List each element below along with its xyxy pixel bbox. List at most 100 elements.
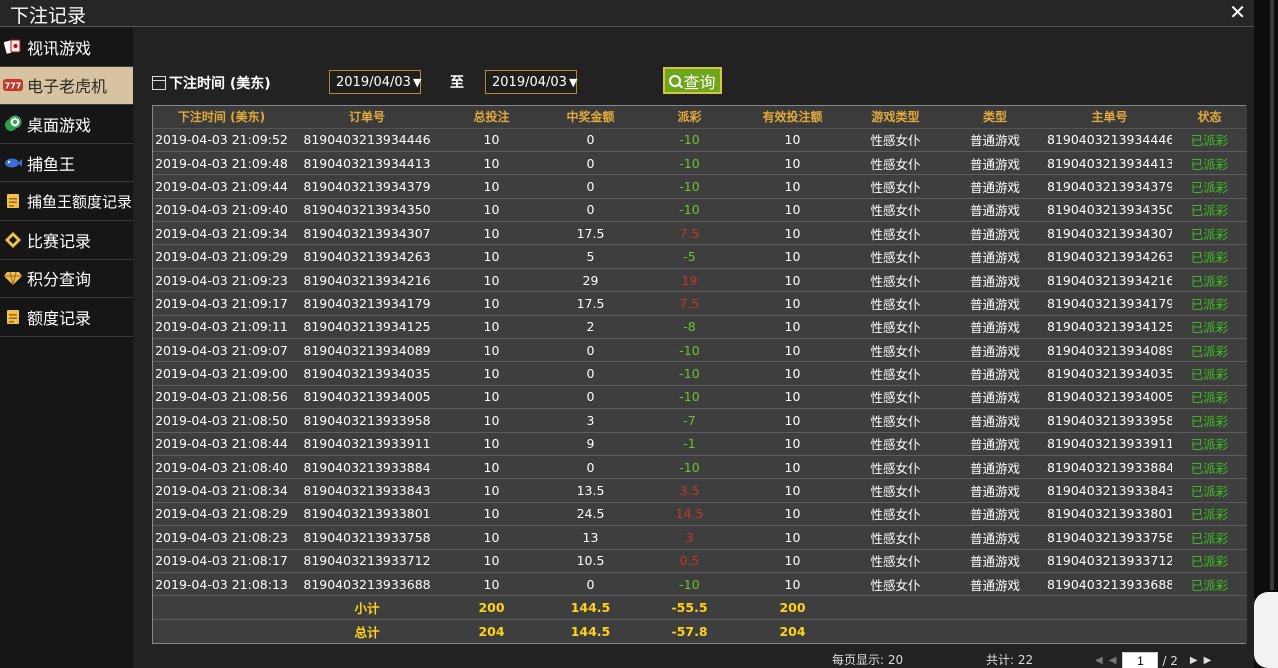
first-page-icon[interactable]: ◀ (1095, 655, 1103, 666)
subtotal-valid: 200 (737, 595, 848, 620)
cell-total-bet: 10 (444, 478, 539, 503)
cell-type: 普通游戏 (943, 454, 1047, 479)
sidebar-item-match-records[interactable]: 比赛记录 (0, 221, 133, 260)
table-row: 2019-04-03 21:08:13 8190403213933688 10 0 -1… (153, 571, 1247, 596)
query-button-label: 查询 (683, 72, 716, 92)
sidebar-item-label: 视讯游戏 (27, 38, 92, 58)
cell-bet-time: 2019-04-03 21:08:29 (153, 501, 290, 526)
scrollbar[interactable] (1270, 0, 1274, 590)
cell-master-no: 8190403213933958 (1047, 408, 1172, 433)
cell-master-no: 8190403213934307 (1047, 221, 1172, 245)
cell-order-no: 8190403213933801 (290, 501, 444, 526)
subtotal-spacer (153, 595, 290, 620)
cell-game-type: 性感女仆 (848, 197, 943, 222)
subtotal-spacer (1172, 595, 1247, 620)
start-date-value: 2019/04/03 (336, 74, 411, 90)
cell-game-type: 性感女仆 (848, 150, 943, 175)
cell-bet-time: 2019-04-03 21:09:11 (153, 314, 290, 339)
slot-777-icon: 777 (3, 75, 23, 95)
cell-game-type: 性感女仆 (848, 525, 943, 550)
cell-order-no: 8190403213934089 (290, 338, 444, 362)
prev-page-icon[interactable]: ◀ (1109, 655, 1117, 666)
cell-payout: -1 (642, 431, 737, 456)
cell-total-bet: 10 (444, 501, 539, 526)
cell-type: 普通游戏 (943, 338, 1047, 362)
sidebar-item-slot-machine[interactable]: 777 电子老虎机 (0, 66, 133, 106)
cell-order-no: 8190403213933958 (290, 408, 444, 433)
cell-bet-time: 2019-04-03 21:09:29 (153, 244, 290, 269)
next-page-icon[interactable]: ▶ (1190, 655, 1198, 666)
start-date-select[interactable]: 2019/04/03 ▼ (329, 70, 421, 94)
cell-valid-bet: 10 (737, 174, 848, 199)
sidebar-item-label: 电子老虎机 (27, 77, 108, 97)
sidebar-item-credit-records[interactable]: 额度记录 (0, 298, 133, 337)
cell-order-no: 8190403213934005 (290, 384, 444, 409)
cell-master-no: 8190403213934089 (1047, 338, 1172, 362)
chat-bubble[interactable] (1254, 592, 1278, 668)
cell-valid-bet: 10 (737, 501, 848, 526)
cell-status: 已派彩 (1172, 501, 1247, 526)
cell-valid-bet: 10 (737, 525, 848, 550)
sidebar-item-fishing-credit[interactable]: 捕鱼王额度记录 (0, 182, 133, 221)
cell-win-amount: 0 (539, 197, 642, 222)
trophy-icon (3, 230, 23, 250)
query-button[interactable]: 查询 (663, 67, 722, 94)
cell-game-type: 性感女仆 (848, 571, 943, 596)
last-page-icon[interactable]: ▶ (1204, 655, 1212, 666)
cell-win-amount: 5 (539, 244, 642, 269)
col-header-type: 类型 (943, 106, 1047, 129)
sidebar-item-label: 桌面游戏 (27, 115, 92, 135)
cell-total-bet: 10 (444, 384, 539, 409)
table-row: 2019-04-03 21:09:17 8190403213934179 10 17.… (153, 291, 1247, 316)
table-row: 2019-04-03 21:08:50 8190403213933958 10 3 -7… (153, 408, 1247, 433)
sidebar-item-fishing-king[interactable]: 捕鱼王 (0, 144, 133, 183)
cell-payout: 0.5 (642, 548, 737, 573)
cell-win-amount: 9 (539, 431, 642, 456)
cell-status: 已派彩 (1172, 150, 1247, 175)
col-header-win-amount: 中奖金额 (539, 106, 642, 129)
sidebar-item-live-games[interactable]: 视讯游戏 (0, 28, 133, 67)
cell-order-no: 8190403213934350 (290, 197, 444, 222)
cell-status: 已派彩 (1172, 267, 1247, 292)
total-count-label: 共计: 22 (986, 653, 1034, 667)
cell-type: 普通游戏 (943, 361, 1047, 386)
cell-total-bet: 10 (444, 221, 539, 245)
search-icon (669, 74, 682, 87)
cell-status: 已派彩 (1172, 548, 1247, 573)
bet-records-table: 下注时间 (美东) 订单号 总投注 中奖金额 派彩 有效投注额 游戏类型 类型 … (152, 105, 1247, 644)
cell-master-no: 8190403213933843 (1047, 478, 1172, 503)
cell-game-type: 性感女仆 (848, 314, 943, 339)
subtotal-row: 小计 200 144.5 -55.5 200 (153, 595, 1247, 620)
cell-bet-time: 2019-04-03 21:09:48 (153, 150, 290, 175)
cell-bet-time: 2019-04-03 21:09:52 (153, 127, 290, 152)
cell-valid-bet: 10 (737, 478, 848, 503)
page-number-input[interactable] (1122, 652, 1159, 668)
cell-type: 普通游戏 (943, 384, 1047, 409)
subtotal-spacer (1047, 595, 1172, 620)
sidebar-item-label: 捕鱼王额度记录 (27, 192, 133, 211)
cell-order-no: 8190403213933843 (290, 478, 444, 503)
cell-win-amount: 0 (539, 150, 642, 175)
cell-order-no: 8190403213934263 (290, 244, 444, 269)
svg-text:777: 777 (5, 82, 22, 91)
sidebar-item-table-games[interactable]: 桌面游戏 (0, 105, 133, 144)
cell-valid-bet: 10 (737, 221, 848, 245)
cell-win-amount: 17.5 (539, 291, 642, 316)
close-icon[interactable]: ✕ (1229, 0, 1246, 24)
table-body: 2019-04-03 21:09:52 8190403213934446 10 0 -1… (153, 127, 1247, 596)
window-title: 下注记录 (10, 5, 87, 27)
end-date-value: 2019/04/03 (492, 74, 567, 90)
cell-bet-time: 2019-04-03 21:09:07 (153, 338, 290, 362)
cell-type: 普通游戏 (943, 127, 1047, 152)
sidebar-item-points-query[interactable]: 积分查询 (0, 260, 133, 299)
table-header-row: 下注时间 (美东) 订单号 总投注 中奖金额 派彩 有效投注额 游戏类型 类型 … (153, 106, 1247, 129)
cell-valid-bet: 10 (737, 127, 848, 152)
cell-status: 已派彩 (1172, 454, 1247, 479)
main-panel: 下注时间 (美东) 2019/04/03 ▼ 至 2019/04/03 ▼ 查询 下… (133, 28, 1254, 668)
cell-win-amount: 13 (539, 525, 642, 550)
cell-status: 已派彩 (1172, 525, 1247, 550)
end-date-select[interactable]: 2019/04/03 ▼ (485, 70, 577, 94)
cell-type: 普通游戏 (943, 314, 1047, 339)
table-row: 2019-04-03 21:09:23 8190403213934216 10 29 1… (153, 267, 1247, 292)
fish-icon (3, 153, 23, 173)
